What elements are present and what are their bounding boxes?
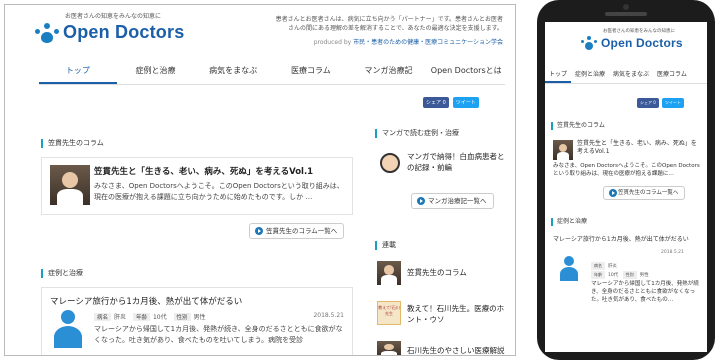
- sex-tag: 性別: [173, 313, 191, 321]
- mobile-logo-tagline: お医者さんの知恵をみんなの知恵に: [603, 29, 675, 34]
- mobile-column-list-button[interactable]: 笠貫先生のコラム一覧へ: [603, 186, 686, 200]
- age-tag: 年齢: [132, 313, 150, 321]
- logo-mark-icon: [35, 22, 59, 43]
- mobile-case-date: 2018.5.21: [661, 250, 684, 255]
- arrow-circle-icon: [609, 189, 617, 197]
- logo-tagline: お医者さんの知恵をみんなの知恵に: [65, 13, 162, 20]
- mobile-column-section: 笠貫先生のコラム: [551, 122, 605, 130]
- series-section-title: 連載: [375, 241, 396, 250]
- series-item-kasanuki[interactable]: 笠貫先生のコラム: [407, 267, 515, 278]
- mobile-age-tag: 年齢: [591, 271, 605, 279]
- series-thumb-ishikawa: 教えて!石川先生: [377, 301, 401, 325]
- tab-cases[interactable]: 症例と治療: [117, 59, 195, 84]
- mobile-case-title[interactable]: マレーシア旅行から1カ月後、熱が出て体がだるい: [553, 236, 701, 244]
- case-excerpt: マレーシアから帰国して1カ月後、発熱が続き、全身のだるさとともに食欲がなくなった…: [94, 325, 343, 344]
- mobile-sex-value: 男性: [639, 273, 649, 278]
- tab-top[interactable]: トップ: [39, 59, 117, 84]
- column-excerpt: みなさま、Open Doctorsへようこそ。このOpen Doctorsという…: [94, 182, 344, 201]
- case-meta: 病名 肝炎 年齢 10代 性別 男性: [94, 312, 206, 321]
- patient-icon: [52, 310, 84, 350]
- produced-by-label: produced by: [313, 39, 352, 46]
- logo-name: Open Doctors: [63, 22, 185, 42]
- manga-section-title: マンガで読む症例・治療: [375, 129, 459, 138]
- manga-list-button[interactable]: マンガ治療記一覧へ: [411, 193, 494, 209]
- tab-learn-disease[interactable]: 病気をまなぶ: [194, 59, 272, 84]
- case-card[interactable]: マレーシア旅行から1カ月後、熱が出て体がだるい 病名 肝炎 年齢 10代 性別 男性 …: [41, 287, 353, 355]
- mobile-facebook-share[interactable]: シェア 0: [637, 98, 659, 108]
- twitter-tweet-button[interactable]: ツイート: [452, 97, 479, 108]
- manga-article-link[interactable]: マンガで納得！白血病患者との記録・前編: [407, 151, 507, 173]
- series-thumb-ishikawa-explain: [377, 341, 401, 355]
- manga-list-label: マンガ治療記一覧へ: [428, 197, 487, 205]
- produced-by: produced by 市民・患者のための健康・医療コミュニケーション学会: [314, 37, 503, 46]
- tab-manga[interactable]: マンガ治療記: [350, 59, 428, 84]
- mobile-patient-icon: [559, 256, 579, 282]
- column-title: 笠貫先生と「生きる、老い、病み、死ぬ」を考えるVol.1: [94, 167, 314, 177]
- column-list-button[interactable]: 笠貫先生のコラム一覧へ: [249, 223, 345, 239]
- mobile-age-value: 10代: [608, 273, 619, 278]
- mobile-disease-value: 肝炎: [608, 264, 617, 269]
- series-item-ishikawa-explain[interactable]: 石川先生のやさしい医療解説: [407, 345, 515, 355]
- case-date: 2018.5.21: [313, 312, 344, 319]
- mobile-sex-tag: 性別: [622, 271, 637, 279]
- mobile-nav: トップ 症例と治療 病気をまなぶ 医療コラム: [545, 66, 707, 84]
- mobile-column-excerpt: みなさま、Open Doctorsへようこそ。このOpen Doctorsという…: [553, 163, 700, 177]
- produced-by-org-link[interactable]: 市民・患者のための健康・医療コミュニケーション学会: [353, 39, 503, 46]
- case-section-title: 症例と治療: [41, 269, 83, 278]
- mobile-share-buttons: シェア 0 ツイート: [637, 98, 684, 108]
- disease-value: 肝炎: [114, 314, 127, 321]
- desktop-view: お医者さんの知恵をみんなの知恵に Open Doctors 患者さんとお医者さん…: [4, 4, 516, 356]
- arrow-circle-icon: [417, 197, 425, 205]
- share-buttons: シェア 0 ツイート: [423, 97, 479, 108]
- mobile-tab-top[interactable]: トップ: [545, 66, 572, 83]
- phone-speaker: [605, 12, 647, 16]
- mobile-disease-tag: 病名: [591, 262, 605, 270]
- mobile-case-section: 症例と治療: [551, 218, 587, 226]
- column-card[interactable]: 笠貫先生と「生きる、老い、病み、死ぬ」を考えるVol.1 みなさま、Open D…: [41, 157, 353, 215]
- facebook-share-button[interactable]: シェア 0: [423, 97, 449, 108]
- header-description: 患者さんとお医者さんは、病気に立ち向かう「パートナー」です。患者さんとお医者さん…: [275, 16, 503, 32]
- site-logo[interactable]: お医者さんの知恵をみんなの知恵に Open Doctors: [35, 11, 184, 43]
- mobile-column-title[interactable]: 笠貫先生と「生きる、老い、病み、死ぬ」を考えるVol.1: [577, 140, 701, 156]
- mobile-logo-mark-icon: [581, 36, 597, 50]
- mobile-case-excerpt: マレーシアから帰国して1カ月後、発熱が続き、全身のだるさとともに食欲がなくなった…: [591, 281, 699, 303]
- mobile-tab-column[interactable]: 医療コラム: [653, 66, 691, 83]
- author-photo: [50, 165, 90, 205]
- arrow-circle-icon: [255, 227, 263, 235]
- series-item-ishikawa[interactable]: 教えて！石川先生。医療のホント・ウソ: [407, 303, 507, 325]
- main-nav: トップ 症例と治療 病気をまなぶ 医療コラム マンガ治療記 Open Docto…: [39, 59, 505, 85]
- mobile-twitter-tweet[interactable]: ツイート: [661, 98, 684, 108]
- phone-frame: お医者さんの知恵をみんなの知恵に Open Doctors トップ 症例と治療 …: [537, 0, 715, 360]
- mobile-view: お医者さんの知恵をみんなの知恵に Open Doctors トップ 症例と治療 …: [545, 22, 707, 352]
- mobile-author-photo: [553, 140, 573, 160]
- column-list-label: 笠貫先生のコラム一覧へ: [266, 227, 338, 235]
- mobile-logo[interactable]: お医者さんの知恵をみんなの知恵に Open Doctors: [581, 28, 683, 50]
- sex-value: 男性: [193, 314, 206, 321]
- mobile-tab-learn[interactable]: 病気をまなぶ: [609, 66, 653, 83]
- mobile-case-meta: 病名 肝炎 年齢 10代 性別 男性: [591, 262, 691, 280]
- disease-tag: 病名: [94, 313, 112, 321]
- site-header: お医者さんの知恵をみんなの知恵に Open Doctors 患者さんとお医者さん…: [5, 5, 515, 59]
- mobile-logo-name: Open Doctors: [601, 36, 683, 50]
- tab-column[interactable]: 医療コラム: [272, 59, 350, 84]
- mobile-tab-cases[interactable]: 症例と治療: [571, 66, 609, 83]
- stage: お医者さんの知恵をみんなの知恵に Open Doctors 患者さんとお医者さん…: [0, 0, 720, 360]
- mobile-column-list-label: 笠貫先生のコラム一覧へ: [618, 190, 679, 196]
- manga-character-icon: [377, 151, 403, 177]
- phone-camera: [623, 4, 629, 10]
- series-thumb-kasanuki: [377, 261, 401, 285]
- case-title: マレーシア旅行から1カ月後、熱が出て体がだるい: [50, 297, 243, 307]
- column-section-title: 笠貫先生のコラム: [41, 139, 104, 148]
- age-value: 10代: [152, 314, 167, 321]
- tab-about[interactable]: Open Doctorsとは: [427, 59, 505, 84]
